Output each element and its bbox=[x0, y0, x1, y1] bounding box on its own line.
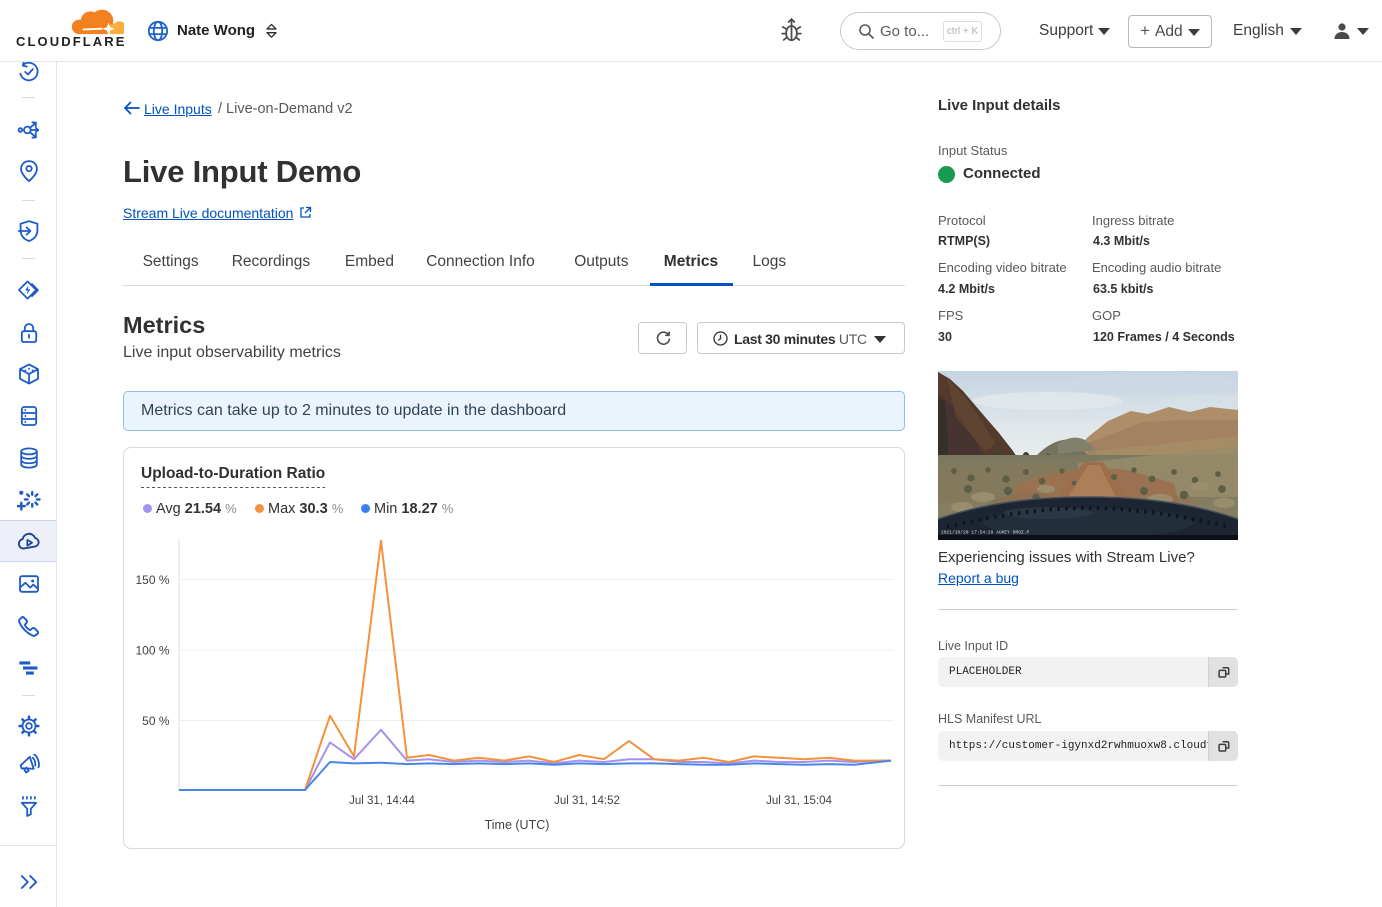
svg-text:Jul 31, 14:44: Jul 31, 14:44 bbox=[349, 795, 415, 807]
svg-text:50 %: 50 % bbox=[142, 714, 170, 728]
svg-text:Jul 31, 15:04: Jul 31, 15:04 bbox=[766, 795, 832, 807]
svg-text:CLOUDFLARE: CLOUDFLARE bbox=[16, 34, 124, 49]
svg-text:Time (UTC): Time (UTC) bbox=[485, 818, 550, 832]
svg-text:2021/10/20 17:54:29 AUKEY DROZ: 2021/10/20 17:54:29 AUKEY DROZ.P bbox=[941, 530, 1029, 536]
svg-text:Jul 31, 14:52: Jul 31, 14:52 bbox=[554, 795, 620, 807]
svg-text:100 %: 100 % bbox=[135, 644, 169, 658]
svg-text:150 %: 150 % bbox=[135, 573, 169, 587]
